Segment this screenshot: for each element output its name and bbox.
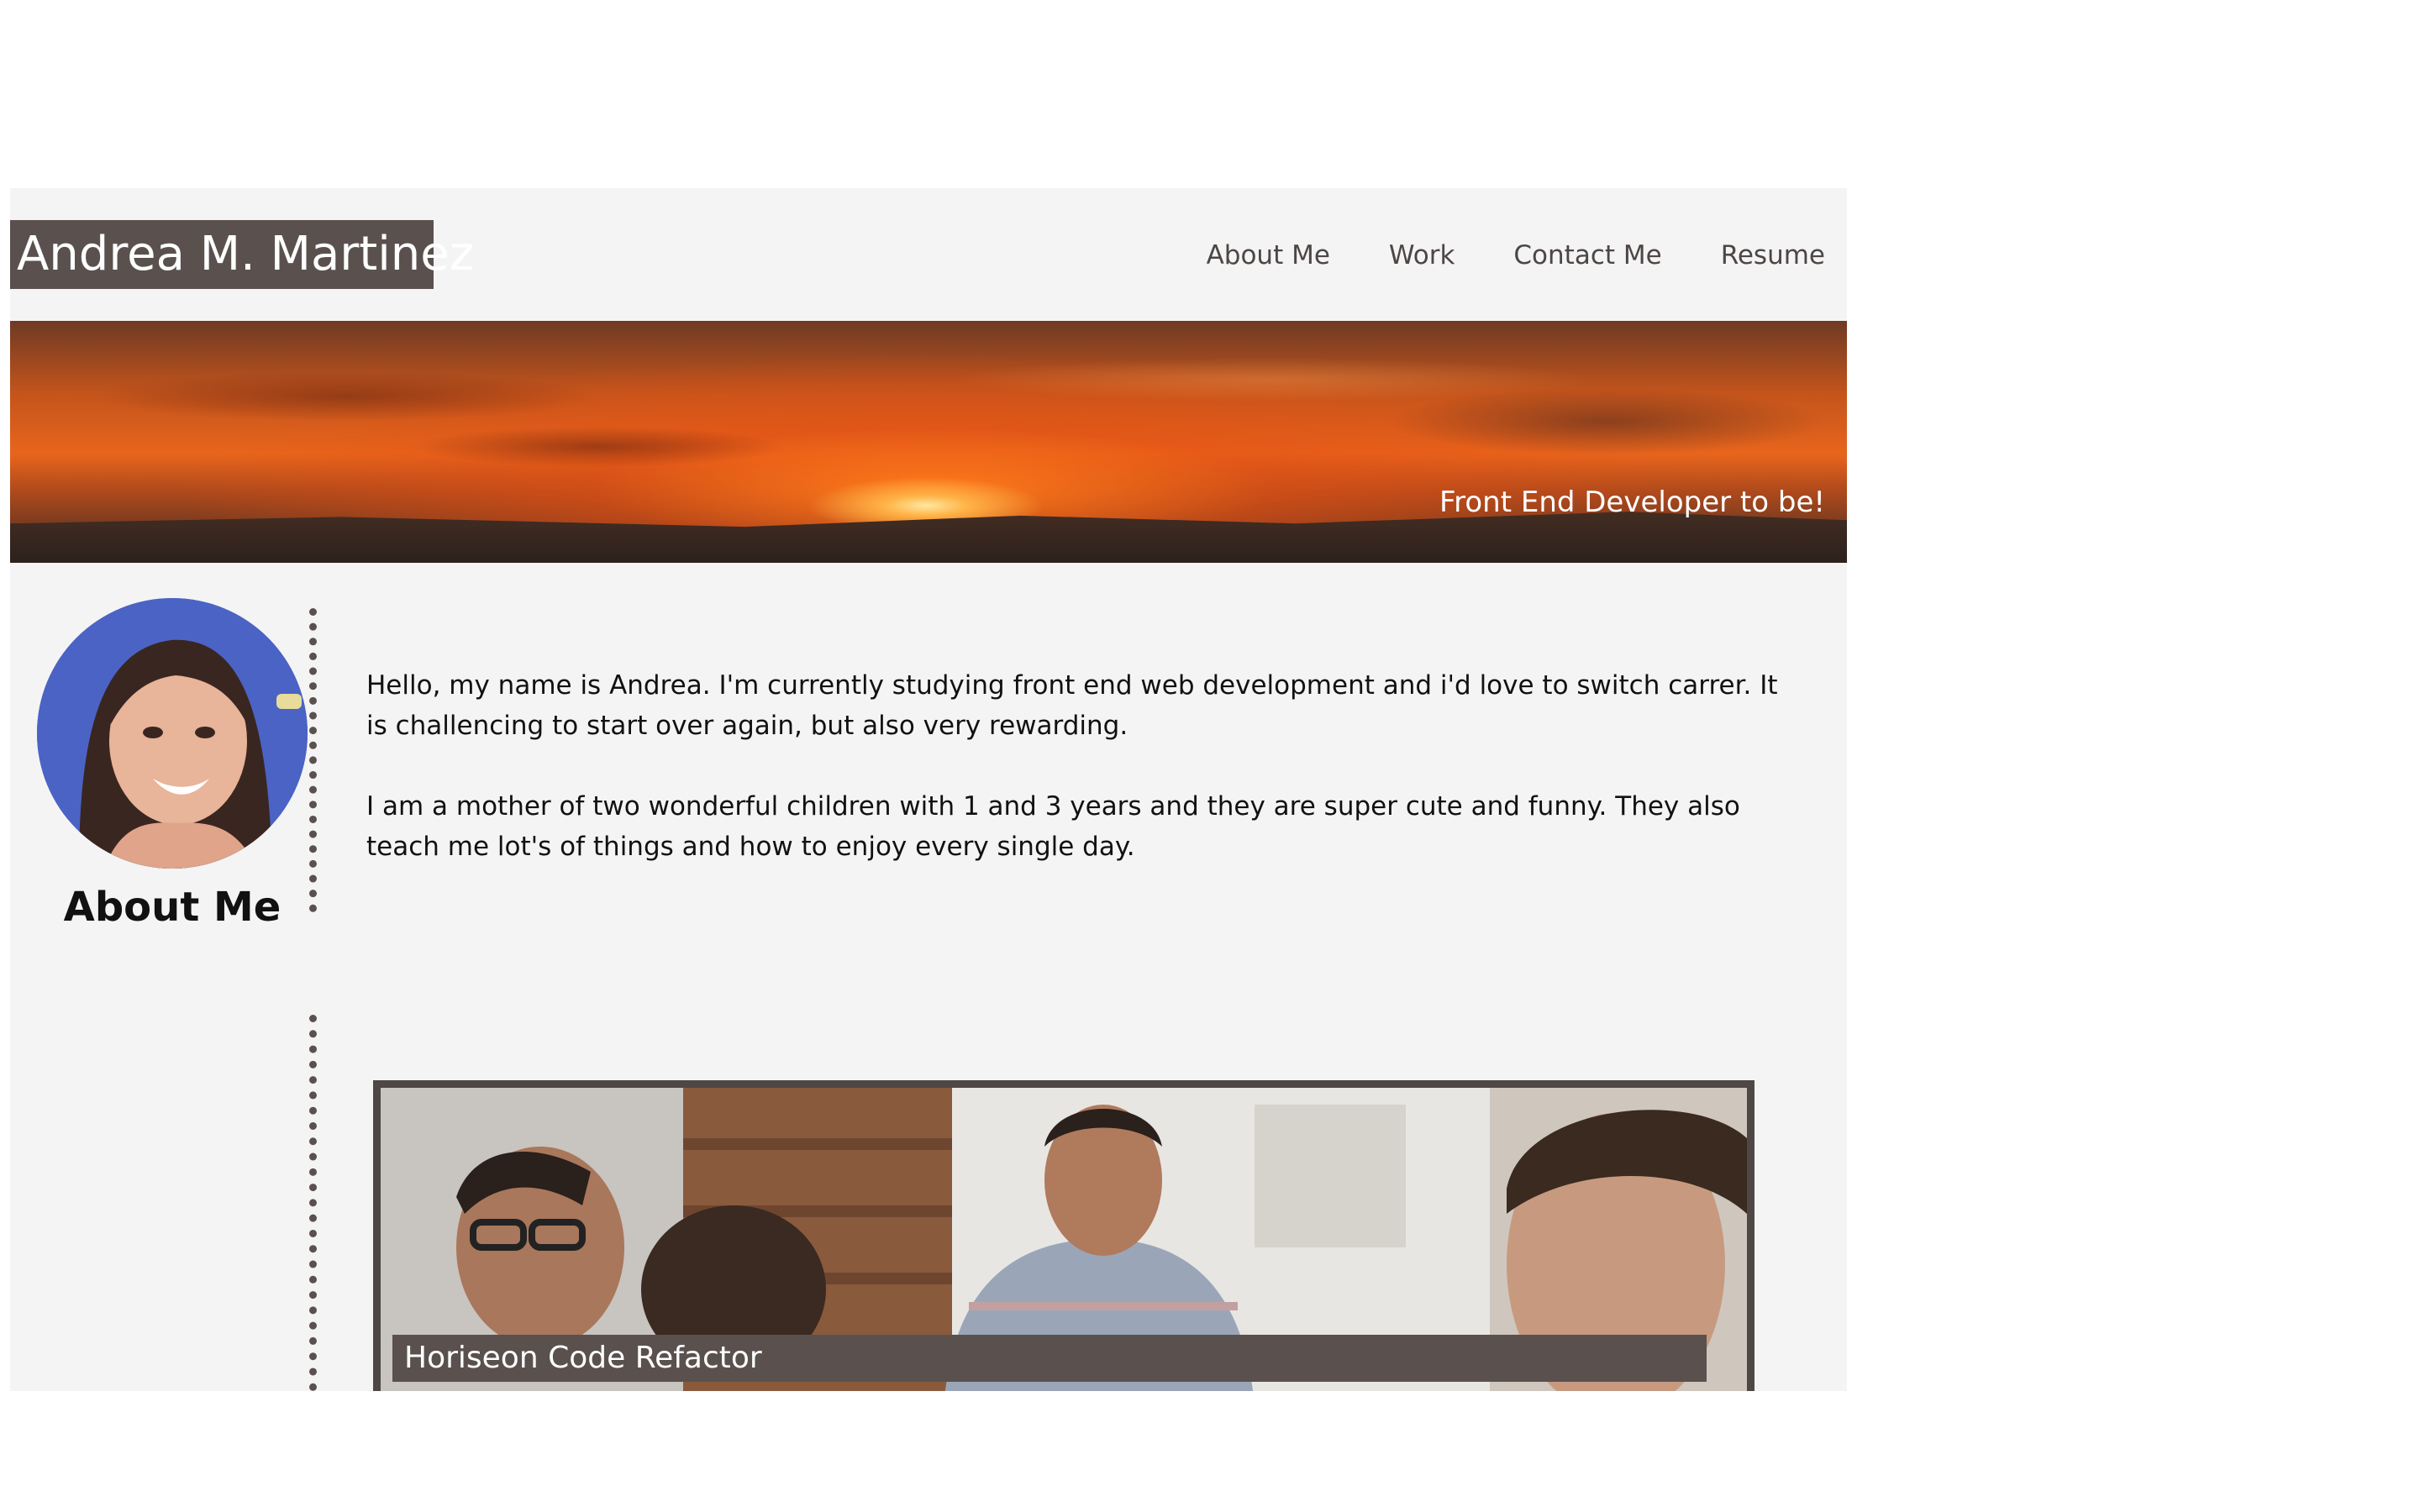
bio-paragraph: Hello, my name is Andrea. I'm currently … [366, 670, 1778, 741]
site-title[interactable]: Andrea M. Martinez [10, 220, 474, 289]
about-bio: Hello, my name is Andrea. I'm currently … [366, 665, 1778, 907]
about-divider-dots [309, 608, 317, 912]
nav-resume[interactable]: Resume [1721, 235, 1825, 276]
profile-photo [37, 598, 308, 869]
project-caption[interactable]: Horiseon Code Refactor [392, 1335, 1707, 1382]
nav-work[interactable]: Work [1389, 235, 1455, 276]
nav-contact-me[interactable]: Contact Me [1513, 235, 1661, 276]
bio-paragraph: I am a mother of two wonderful children … [366, 791, 1740, 862]
site-header: Andrea M. Martinez About Me Work Contact… [10, 188, 1847, 321]
nav-about-me[interactable]: About Me [1207, 235, 1330, 276]
about-me-heading: About Me [63, 884, 281, 931]
project-card-horiseon[interactable]: Horiseon Code Refactor [373, 1080, 1754, 1391]
work-divider-dots [309, 1015, 317, 1391]
hero-tagline: Front End Developer to be! [1439, 486, 1825, 519]
hero-banner: Front End Developer to be! [10, 321, 1847, 563]
main-nav: About Me Work Contact Me Resume [1207, 235, 1825, 276]
profile-portrait-image [37, 598, 308, 869]
portfolio-page: Andrea M. Martinez About Me Work Contact… [10, 188, 1847, 1391]
